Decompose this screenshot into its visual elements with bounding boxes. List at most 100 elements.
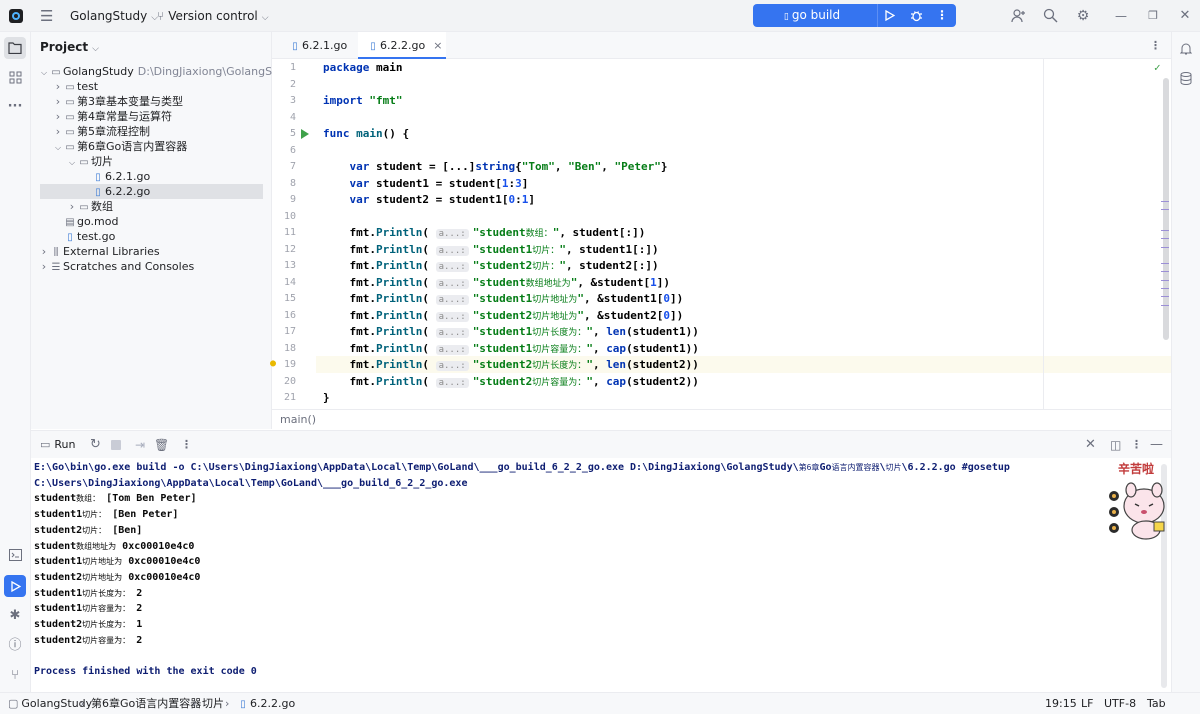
more-tools-icon[interactable]: ··· bbox=[4, 96, 26, 118]
notifications-bell-icon[interactable] bbox=[1175, 38, 1197, 60]
run-more-options-icon[interactable]: ⋮ bbox=[181, 431, 192, 459]
minimize-window-icon[interactable]: — bbox=[1112, 7, 1130, 25]
run-console[interactable]: 辛苦啦 E:\Go\bin\go.exe build -o C:\Users\D… bbox=[31, 458, 1171, 692]
code-breadcrumb[interactable]: main() bbox=[272, 409, 1171, 429]
status-breadcrumb-folder[interactable]: 第6章Go语言内置容器 bbox=[91, 693, 201, 714]
settings-gear-icon[interactable]: ⚙ bbox=[1074, 7, 1092, 25]
run-config-selector[interactable]: ▯go build 6.2.2.go⌵ bbox=[753, 4, 871, 47]
code-token: student2 = student1[ bbox=[369, 193, 509, 206]
debug-button[interactable] bbox=[904, 4, 928, 27]
tree-item[interactable]: ▯ 6.2.1.go bbox=[31, 169, 272, 184]
console-line[interactable]: student1切片地址为 0xc00010e4c0 bbox=[34, 554, 200, 570]
console-line[interactable]: student1切片长度为： 2 bbox=[34, 586, 142, 602]
tree-item[interactable]: ▯ 6.2.2.go bbox=[40, 184, 263, 199]
split-layout-icon[interactable]: ◫ bbox=[1110, 431, 1121, 459]
panel-options-icon[interactable]: ⋮ bbox=[1131, 431, 1142, 459]
inspection-ok-check-icon[interactable]: ✓ bbox=[1154, 61, 1161, 74]
run-panel-header: ▭ Run ↻ ⇥ 🗑 ⋮ ✕ ◫ ⋮ — bbox=[31, 430, 1171, 458]
tree-item[interactable]: › ▭ 第5章流程控制 bbox=[31, 124, 272, 139]
tree-item[interactable]: › ▭ 数组 bbox=[31, 199, 272, 214]
tree-item[interactable]: ⌵ ▭ 第6章Go语言内置容器 bbox=[31, 139, 272, 154]
clear-trash-icon[interactable]: 🗑 bbox=[154, 431, 169, 459]
console-line[interactable]: student1切片： [Ben Peter] bbox=[34, 507, 178, 523]
hide-panel-icon[interactable]: — bbox=[1150, 431, 1163, 459]
restore-window-icon[interactable]: ❐ bbox=[1144, 7, 1162, 25]
status-breadcrumb-file[interactable]: ▯ 6.2.2.go bbox=[236, 693, 295, 714]
indent-setting[interactable]: Tab bbox=[1147, 693, 1166, 714]
stop-icon[interactable] bbox=[111, 440, 121, 450]
vcs-selector[interactable]: ⑂ Version control ⌵ bbox=[157, 0, 269, 32]
expand-chevron-right-icon[interactable]: › bbox=[53, 124, 63, 139]
run-more-icon[interactable]: ⋮ bbox=[931, 4, 953, 27]
tab-6-2-1-go[interactable]: ▯ 6.2.1.go bbox=[280, 32, 352, 59]
console-line[interactable]: student2切片： [Ben] bbox=[34, 523, 142, 539]
tree-item[interactable]: › ▭ 第4章常量与运算符 bbox=[31, 109, 272, 124]
tab-options-icon[interactable]: ⋮ bbox=[1150, 32, 1161, 59]
run-button[interactable] bbox=[877, 4, 901, 27]
code-editor[interactable]: ✓ package main import "fmt" func main() { … bbox=[270, 59, 1171, 409]
status-breadcrumb-subfolder[interactable]: 切片 bbox=[202, 693, 224, 714]
file-encoding[interactable]: UTF-8 bbox=[1104, 693, 1136, 714]
code-token: Println bbox=[375, 242, 423, 256]
folder-icon: ▭ bbox=[65, 127, 75, 138]
restore-layout-icon[interactable]: ⇥ bbox=[135, 431, 145, 459]
expand-chevron-right-icon[interactable]: › bbox=[53, 94, 63, 109]
console-line[interactable]: student2切片地址为 0xc00010e4c0 bbox=[34, 570, 200, 586]
git-icon[interactable]: ⑂ bbox=[4, 665, 26, 687]
close-window-icon[interactable]: ✕ bbox=[1176, 7, 1194, 25]
expand-chevron-right-icon[interactable]: › bbox=[39, 259, 49, 274]
expand-chevron-right-icon[interactable]: › bbox=[53, 79, 63, 94]
code-line: fmt.Println( a...: "student数组地址为", &stude… bbox=[323, 275, 670, 292]
project-tool-folder-icon[interactable] bbox=[4, 37, 26, 59]
terminal-icon[interactable] bbox=[4, 544, 26, 566]
structure-icon[interactable] bbox=[4, 67, 26, 89]
caret-position[interactable]: 19:15 bbox=[1045, 693, 1077, 714]
breadcrumb-function[interactable]: main() bbox=[280, 413, 316, 426]
console-line[interactable]: Process finished with the exit code 0 bbox=[34, 664, 257, 680]
expand-chevron-down-icon[interactable]: ⌵ bbox=[53, 140, 63, 155]
tree-item[interactable]: › ▭ test bbox=[31, 79, 272, 94]
tree-item[interactable]: ⌵ ▭ 切片 bbox=[31, 154, 272, 169]
rerun-icon[interactable]: ↻ bbox=[90, 431, 101, 459]
project-selector[interactable]: GolangStudy ⌵ bbox=[70, 0, 158, 32]
console-line[interactable]: student数组地址为 0xc00010e4c0 bbox=[34, 539, 194, 555]
tree-item[interactable]: › ▭ 第3章基本变量与类型 bbox=[31, 94, 272, 109]
project-panel-header[interactable]: Project ⌵ bbox=[40, 40, 99, 54]
tree-item[interactable]: ▯ test.go bbox=[31, 229, 272, 244]
run-tab[interactable]: ▭ Run bbox=[40, 431, 76, 459]
run-tool-icon[interactable] bbox=[4, 575, 26, 597]
tree-item[interactable]: › ⫼ External Libraries bbox=[31, 244, 272, 259]
console-line[interactable]: C:\Users\DingJiaxiong\AppData\Local\Temp… bbox=[34, 476, 467, 492]
console-line[interactable]: student1切片容量为： 2 bbox=[34, 601, 142, 617]
code-token: " bbox=[577, 292, 584, 305]
add-user-icon[interactable] bbox=[1009, 7, 1027, 25]
database-icon[interactable] bbox=[1175, 68, 1197, 90]
line-number: 16 bbox=[283, 309, 296, 321]
folder-icon: ▭ bbox=[65, 142, 75, 153]
tree-item[interactable]: ⌵ ▭ GolangStudy D:\DingJiaxiong\GolangStudy bbox=[31, 64, 297, 80]
close-tab-icon[interactable]: × bbox=[433, 39, 442, 52]
app-logo-icon[interactable] bbox=[8, 0, 26, 32]
tree-item[interactable]: › ☰ Scratches and Consoles bbox=[31, 259, 272, 274]
tab-6-2-2-go[interactable]: ▯ 6.2.2.go × bbox=[358, 32, 446, 59]
console-line[interactable]: E:\Go\bin\go.exe build -o C:\Users\DingJ… bbox=[34, 460, 1010, 476]
expand-chevron-right-icon[interactable]: › bbox=[39, 244, 49, 259]
problems-icon[interactable]: ⓘ bbox=[4, 635, 26, 657]
expand-chevron-down-icon[interactable]: ⌵ bbox=[39, 65, 49, 80]
expand-chevron-right-icon[interactable]: › bbox=[53, 109, 63, 124]
close-run-icon[interactable]: ✕ bbox=[1085, 431, 1096, 459]
console-text: 语言内置容器 bbox=[831, 463, 880, 472]
search-icon[interactable] bbox=[1041, 7, 1059, 25]
line-separator[interactable]: LF bbox=[1081, 693, 1093, 714]
expand-chevron-right-icon[interactable]: › bbox=[67, 199, 77, 214]
console-line[interactable]: student数组： [Tom Ben Peter] bbox=[34, 491, 196, 507]
intention-bulb-icon[interactable]: ● bbox=[270, 356, 276, 373]
console-line[interactable]: student2切片容量为： 2 bbox=[34, 633, 142, 649]
code-token: Println bbox=[375, 275, 423, 289]
expand-chevron-down-icon[interactable]: ⌵ bbox=[67, 155, 77, 170]
main-menu-icon[interactable]: ☰ bbox=[40, 0, 56, 32]
tree-item[interactable]: ▤ go.mod bbox=[31, 214, 272, 229]
run-gutter-play-icon[interactable] bbox=[301, 129, 309, 139]
console-line[interactable]: student2切片长度为： 1 bbox=[34, 617, 142, 633]
debug-tool-bug-icon[interactable]: ✱ bbox=[4, 605, 26, 627]
